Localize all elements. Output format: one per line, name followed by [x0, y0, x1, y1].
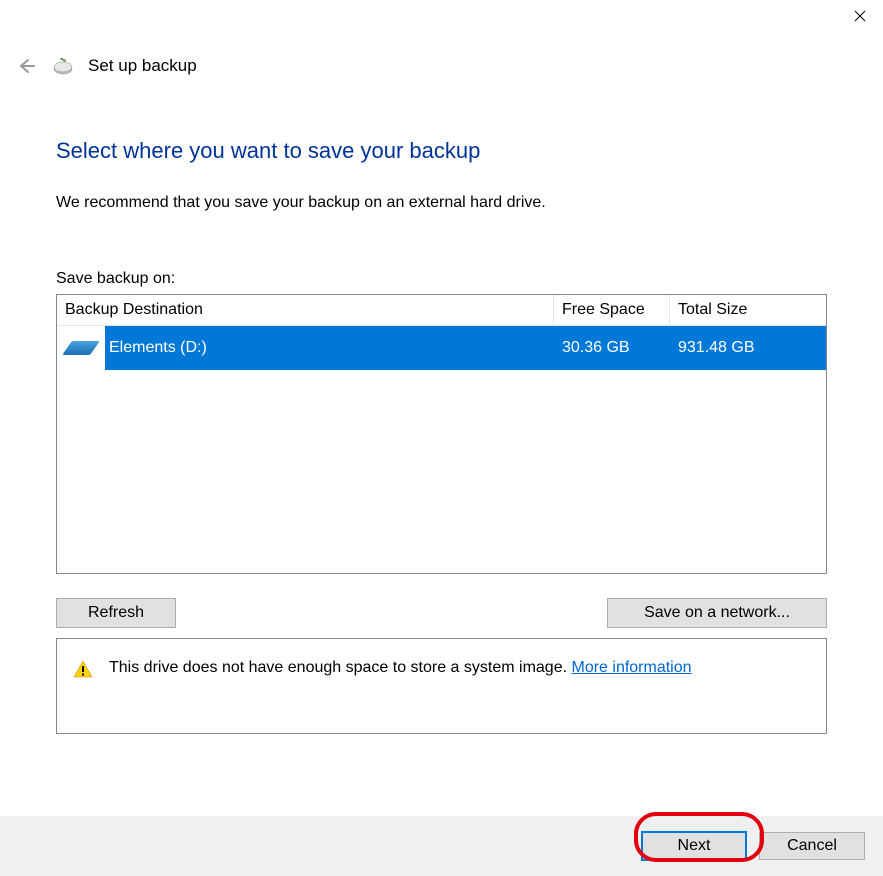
drive-icon-cell [57, 326, 105, 370]
drive-free: 30.36 GB [554, 339, 670, 357]
cancel-button[interactable]: Cancel [759, 832, 865, 860]
content-area: Select where you want to save your backu… [0, 78, 883, 734]
warning-box: This drive does not have enough space to… [56, 638, 827, 734]
close-button[interactable] [837, 0, 883, 32]
back-arrow-icon [16, 56, 36, 76]
more-info-link[interactable]: More information [571, 659, 691, 676]
warning-icon [73, 659, 93, 679]
drive-list[interactable]: Backup Destination Free Space Total Size… [56, 294, 827, 574]
drive-icon [62, 341, 100, 355]
back-button[interactable] [14, 54, 38, 78]
save-network-button[interactable]: Save on a network... [607, 598, 827, 628]
close-icon [854, 10, 866, 22]
col-total-size[interactable]: Total Size [670, 295, 786, 325]
drive-row[interactable]: Elements (D:) 30.36 GB 931.48 GB [57, 326, 826, 370]
page-heading: Select where you want to save your backu… [56, 138, 827, 164]
warning-text-wrap: This drive does not have enough space to… [109, 659, 692, 677]
footer: Next Cancel [0, 816, 883, 876]
col-free-space[interactable]: Free Space [554, 295, 670, 325]
next-button[interactable]: Next [641, 831, 747, 861]
button-row: Refresh Save on a network... [56, 598, 827, 628]
table-header: Backup Destination Free Space Total Size [57, 295, 826, 326]
drive-total: 931.48 GB [670, 339, 786, 357]
warning-text: This drive does not have enough space to… [109, 659, 571, 676]
col-destination[interactable]: Backup Destination [57, 295, 554, 325]
wizard-title: Set up backup [88, 56, 197, 76]
title-bar [0, 0, 883, 40]
wizard-header: Set up backup [0, 40, 883, 78]
refresh-button[interactable]: Refresh [56, 598, 176, 628]
save-on-label: Save backup on: [56, 270, 827, 288]
recommend-text: We recommend that you save your backup o… [56, 194, 827, 212]
backup-wizard-icon [52, 55, 74, 77]
drive-name: Elements (D:) [105, 339, 554, 357]
